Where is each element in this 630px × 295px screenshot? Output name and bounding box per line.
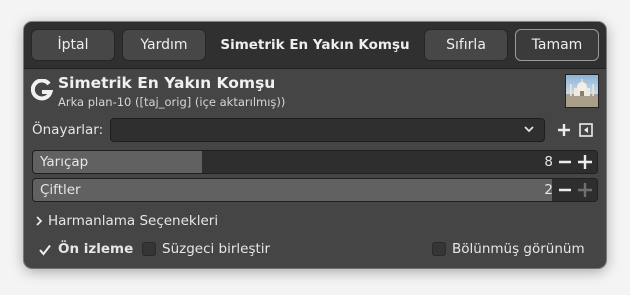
filter-dialog: İptal Yardım Simetrik En Yakın Komşu Sıf… (24, 22, 606, 268)
pairs-value[interactable]: 2 (544, 182, 553, 198)
blending-options-expander[interactable]: Harmanlama Seçenekleri (34, 213, 218, 229)
presets-combo[interactable] (110, 118, 545, 142)
pairs-label: Çiftler (40, 182, 81, 198)
plus-icon[interactable] (575, 151, 595, 173)
cancel-button[interactable]: İptal (31, 29, 115, 61)
minus-icon[interactable] (555, 151, 575, 173)
pairs-spinscale[interactable]: Çiftler 2 (32, 178, 598, 202)
preset-menu-icon[interactable] (578, 122, 594, 138)
help-button[interactable]: Yardım (122, 29, 206, 61)
checkmark-icon (39, 244, 51, 256)
preview-label: Ön izleme (58, 241, 134, 257)
radius-value[interactable]: 8 (544, 154, 553, 170)
merge-filter-box (142, 242, 156, 256)
split-view-box (432, 242, 446, 256)
pairs-fill-bar (33, 179, 552, 201)
ok-button[interactable]: Tamam (515, 29, 599, 61)
split-view-checkbox[interactable]: Bölünmüş görünüm (432, 241, 597, 259)
radius-spinscale[interactable]: Yarıçap 8 (32, 150, 598, 174)
split-view-label: Bölünmüş görünüm (452, 241, 585, 257)
chevron-right-icon (36, 216, 43, 226)
plus-icon-disabled (578, 183, 592, 197)
procedure-subtitle: Arka plan-10 ([taj_orig] (içe aktarılmış… (58, 95, 286, 109)
presets-label: Önayarlar: (32, 122, 104, 138)
blending-options-label: Harmanlama Seçenekleri (48, 213, 219, 229)
dialog-header: İptal Yardım Simetrik En Yakın Komşu Sıf… (24, 22, 606, 69)
radius-label: Yarıçap (40, 154, 89, 170)
chevron-down-icon (524, 126, 534, 133)
minus-icon[interactable] (555, 179, 575, 201)
reset-button[interactable]: Sıfırla (424, 29, 508, 61)
plus-icon[interactable] (556, 122, 572, 138)
procedure-title: Simetrik En Yakın Komşu (58, 74, 276, 92)
merge-filter-label: Süzgeci birleştir (162, 241, 271, 257)
dialog-title: Simetrik En Yakın Komşu (220, 37, 410, 53)
merge-filter-checkbox[interactable]: Süzgeci birleştir (142, 241, 302, 259)
preview-checkbox[interactable]: Ön izleme (38, 241, 158, 259)
image-thumbnail-icon (565, 74, 599, 108)
gimp-logo-icon (31, 79, 53, 101)
